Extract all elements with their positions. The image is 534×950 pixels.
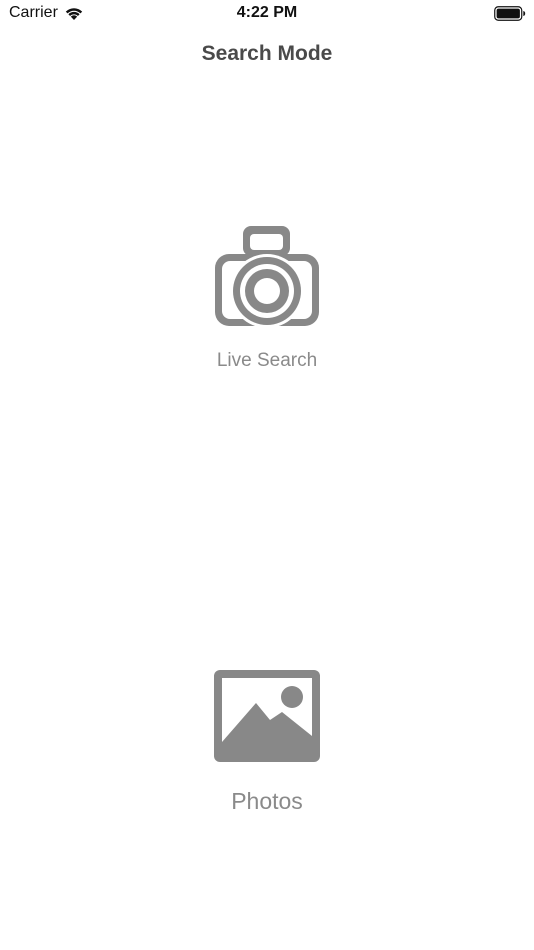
live-search-label: Live Search [216,350,318,371]
live-search-button[interactable]: Live Search [0,224,534,372]
page-title: Search Mode [201,42,333,65]
photos-button[interactable]: Photos [0,670,534,815]
photo-icon [214,670,320,762]
search-mode-screen: Carrier 4:22 PM Search Mode Live Search … [0,0,534,950]
status-time: 4:22 PM [236,4,298,21]
camera-icon [215,226,319,328]
battery-icon [494,6,526,21]
status-bar: Carrier 4:22 PM [0,0,534,30]
photos-label: Photos [231,788,303,814]
